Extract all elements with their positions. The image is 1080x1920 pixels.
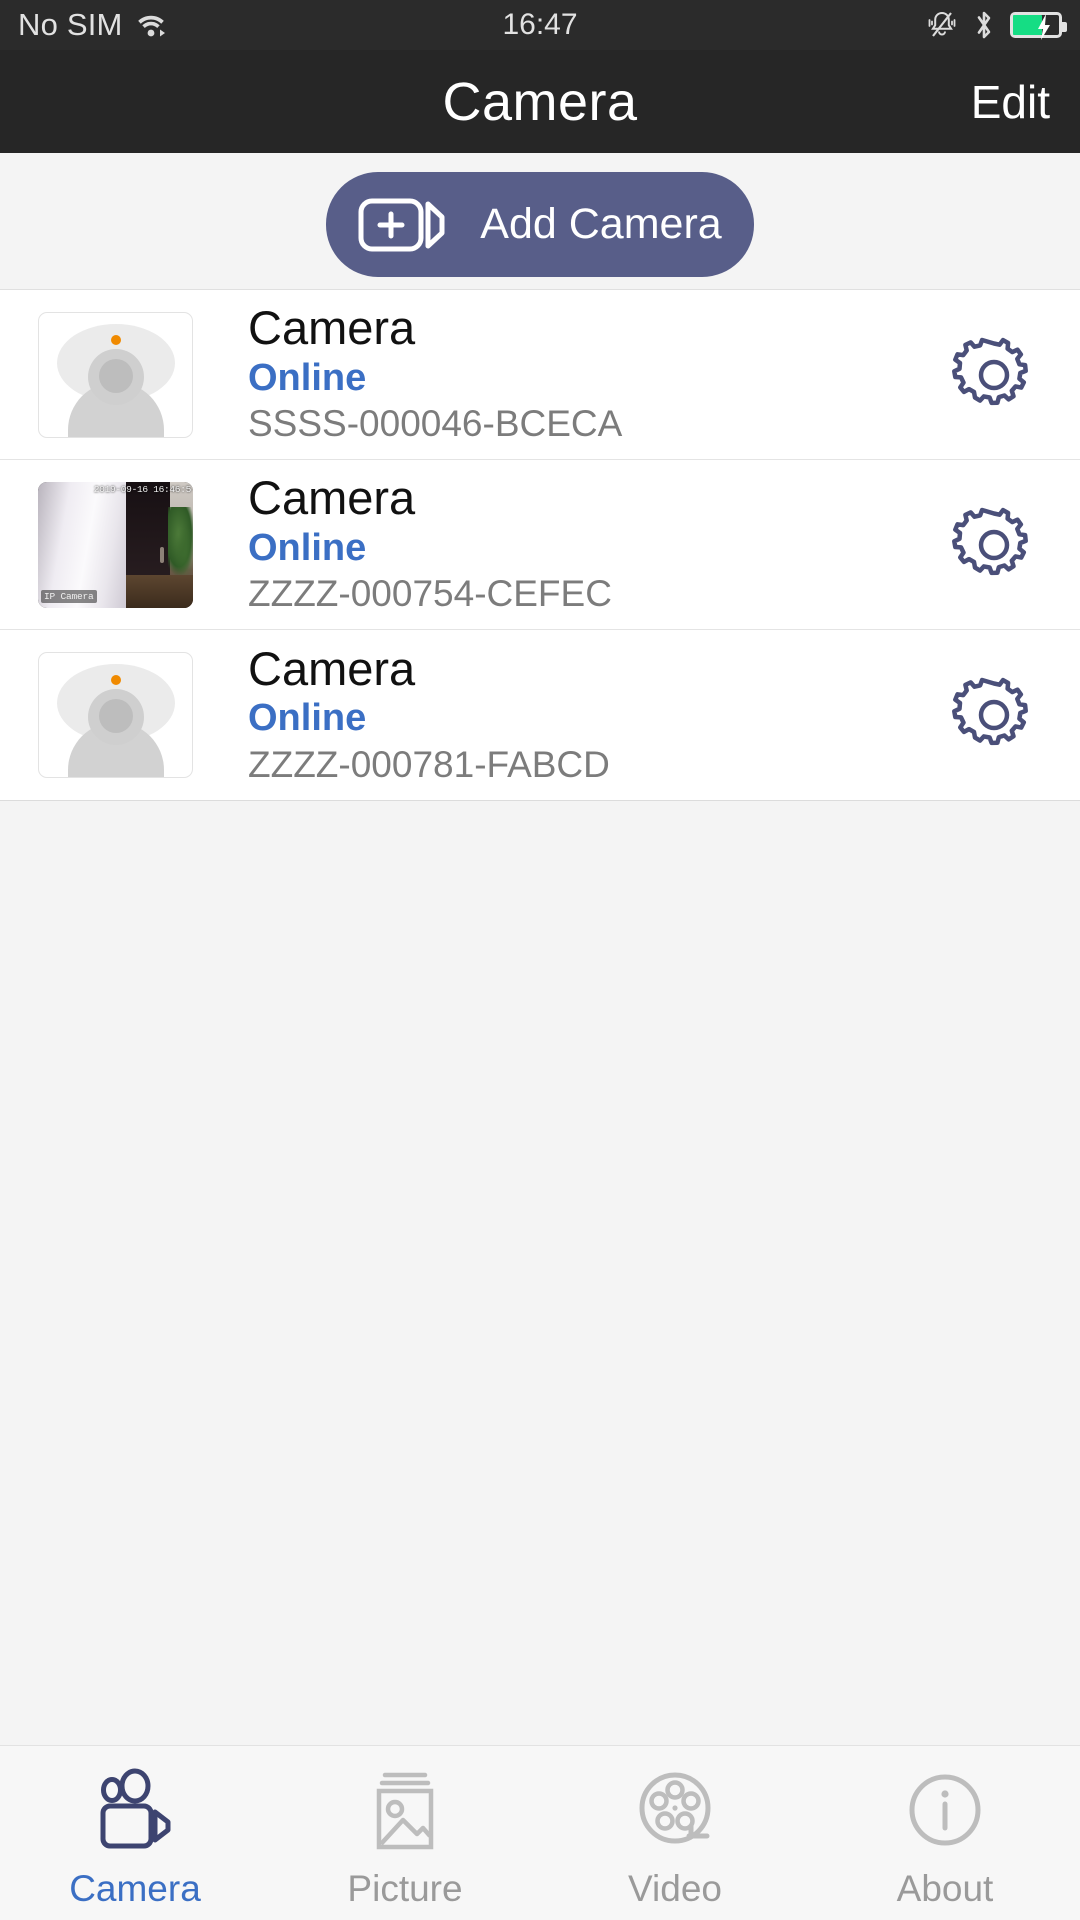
camera-list: Camera Online SSSS-000046-BCECA 2019-09-… — [0, 289, 1080, 801]
tab-picture-label: Picture — [347, 1868, 463, 1909]
tab-video-label: Video — [628, 1868, 722, 1909]
camera-settings-button[interactable] — [934, 330, 1054, 420]
camera-name: Camera — [248, 641, 416, 695]
add-camera-button[interactable]: Add Camera — [326, 172, 754, 277]
camcorder-icon — [89, 1768, 181, 1856]
bluetooth-icon — [972, 8, 996, 42]
camera-thumbnail-placeholder[interactable] — [38, 311, 193, 438]
camera-uid: SSSS-000046-BCECA — [248, 403, 623, 445]
camera-settings-button[interactable] — [934, 670, 1054, 760]
table-row[interactable]: Camera Online ZZZZ-000781-FABCD — [0, 630, 1080, 800]
camera-thumbnail-live[interactable]: 2019-09-16 16:46:5 IP Camera — [38, 481, 193, 608]
tab-camera[interactable]: Camera — [0, 1746, 270, 1910]
navigation-bar: Camera Edit — [0, 50, 1080, 153]
status-bar-right — [926, 8, 1067, 42]
bottom-tab-bar: Camera Picture Video About — [0, 1745, 1080, 1920]
battery-charging-icon — [1010, 12, 1067, 40]
add-camera-label: Add Camera — [480, 200, 722, 248]
status-bar-left: No SIM — [18, 7, 169, 43]
camera-settings-button[interactable] — [934, 500, 1054, 590]
tab-about[interactable]: About — [810, 1746, 1080, 1910]
carrier-label: No SIM — [18, 7, 123, 42]
film-reel-icon — [629, 1768, 721, 1856]
camcorder-plus-icon — [358, 197, 450, 253]
bell-muted-icon — [926, 9, 958, 41]
tab-video[interactable]: Video — [540, 1746, 810, 1910]
gear-icon — [949, 670, 1039, 760]
table-row[interactable]: 2019-09-16 16:46:5 IP Camera Camera Onli… — [0, 460, 1080, 630]
camera-name: Camera — [248, 471, 416, 524]
camera-uid: ZZZZ-000781-FABCD — [248, 743, 610, 785]
image-icon — [359, 1768, 451, 1856]
edit-button[interactable]: Edit — [971, 75, 1050, 129]
table-row[interactable]: Camera Online SSSS-000046-BCECA — [0, 290, 1080, 460]
camera-info: Camera Online ZZZZ-000754-CEFEC — [193, 471, 934, 616]
gear-icon — [949, 330, 1039, 420]
page-title: Camera — [442, 71, 638, 132]
camera-name: Camera — [248, 301, 416, 354]
gear-icon — [949, 500, 1039, 590]
status-badge: Online — [248, 356, 367, 399]
camera-uid: ZZZZ-000754-CEFEC — [248, 573, 612, 615]
camera-info: Camera Online ZZZZ-000781-FABCD — [193, 641, 934, 787]
camera-info: Camera Online SSSS-000046-BCECA — [193, 301, 934, 446]
status-badge: Online — [248, 697, 367, 740]
snapshot-timestamp: 2019-09-16 16:46:5 — [93, 483, 192, 495]
status-badge: Online — [248, 526, 367, 569]
snapshot-watermark: IP Camera — [41, 589, 97, 603]
tab-about-label: About — [896, 1868, 994, 1909]
info-circle-icon — [899, 1768, 991, 1856]
wifi-icon — [133, 10, 169, 40]
add-camera-area: Add Camera — [0, 153, 1080, 289]
tab-camera-label: Camera — [69, 1868, 201, 1909]
tab-picture[interactable]: Picture — [270, 1746, 540, 1910]
camera-thumbnail-placeholder[interactable] — [38, 652, 193, 778]
status-bar: No SIM 16:47 — [0, 0, 1080, 50]
